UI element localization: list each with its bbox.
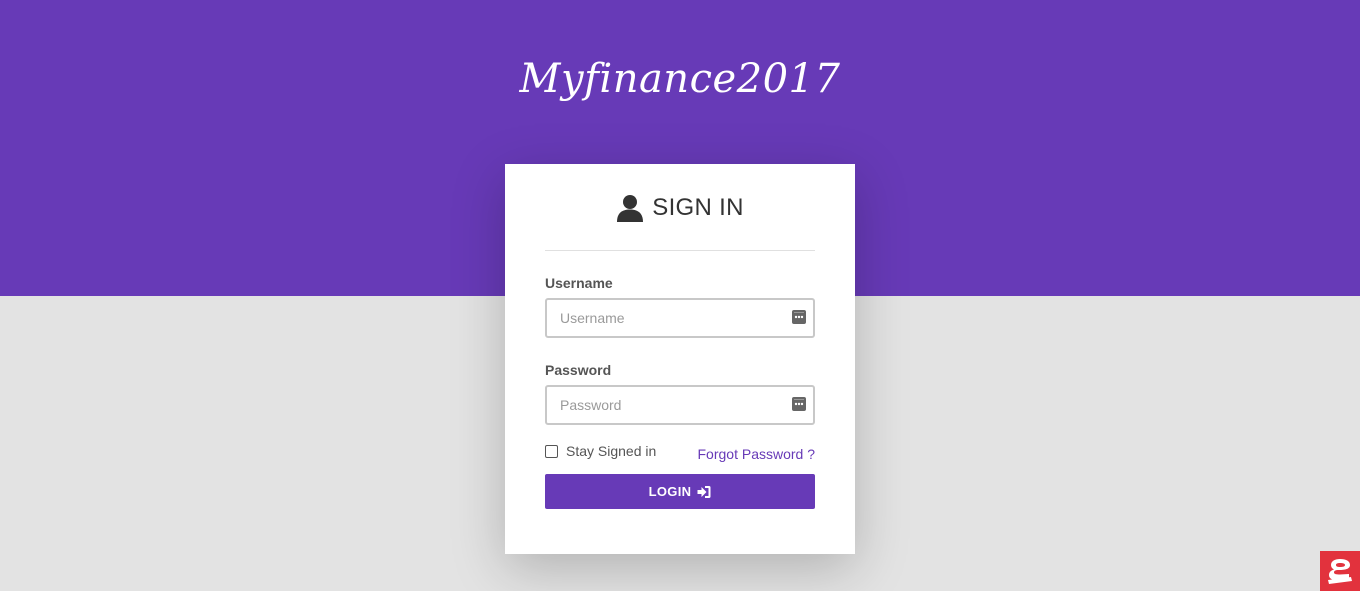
sign-in-icon xyxy=(697,485,711,498)
card-title: SIGN IN xyxy=(652,194,744,221)
username-field-wrap xyxy=(545,298,815,338)
card-header: SIGN IN xyxy=(545,164,815,251)
password-field-wrap xyxy=(545,385,815,425)
password-manager-icon[interactable] xyxy=(792,397,806,411)
password-manager-icon[interactable] xyxy=(792,310,806,324)
app-badge-icon xyxy=(1328,559,1352,584)
username-input[interactable] xyxy=(545,298,815,338)
username-label: Username xyxy=(545,275,613,291)
login-button-label: LOGIN xyxy=(648,484,692,499)
brand-logo: Myfinance2017 xyxy=(519,56,841,102)
remember-row: Stay Signed in Forgot Password ? xyxy=(545,443,815,465)
app-badge[interactable] xyxy=(1320,551,1360,591)
password-label: Password xyxy=(545,362,612,378)
password-input[interactable] xyxy=(545,385,815,425)
stay-signed-in-checkbox[interactable] xyxy=(545,444,558,458)
stay-signed-in-label: Stay Signed in xyxy=(566,443,657,459)
login-page: Myfinance2017 SIGN IN Username Password xyxy=(0,0,1360,591)
login-button[interactable]: LOGIN xyxy=(545,474,815,509)
forgot-password-link[interactable]: Forgot Password ? xyxy=(698,446,816,462)
login-card: SIGN IN Username Password xyxy=(505,164,855,554)
stay-signed-in[interactable]: Stay Signed in xyxy=(545,443,656,459)
user-icon xyxy=(617,195,644,222)
